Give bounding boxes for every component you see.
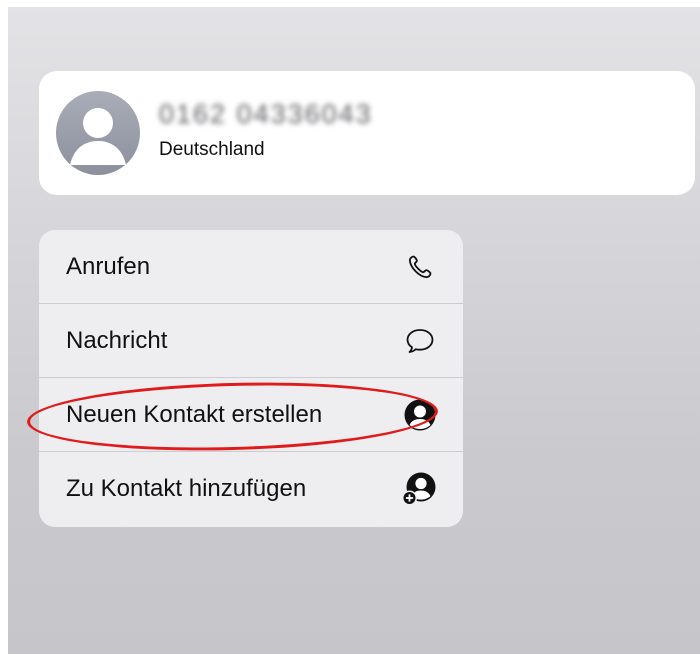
menu-item-new-contact[interactable]: Neuen Kontakt erstellen [39, 378, 463, 452]
menu-item-message[interactable]: Nachricht [39, 304, 463, 378]
menu-item-label: Neuen Kontakt erstellen [66, 400, 323, 428]
menu-item-label: Nachricht [66, 326, 168, 354]
contact-avatar-icon [56, 91, 140, 175]
menu-item-label: Zu Kontakt hinzufügen [66, 475, 307, 502]
contact-card[interactable]: 0162 04336043 Deutschland [39, 71, 695, 195]
menu-item-call[interactable]: Anrufen [39, 230, 463, 304]
menu-item-add-to-contact[interactable]: Zu Kontakt hinzufügen [39, 452, 463, 526]
message-bubble-icon [401, 322, 439, 360]
contact-phone-number: 0162 04336043 [159, 99, 373, 129]
contact-country: Deutschland [159, 139, 265, 160]
context-menu: Anrufen Nachricht Neuen Kontakt erstelle… [39, 230, 463, 527]
phone-icon [401, 248, 439, 286]
person-circle-plus-icon [401, 470, 439, 508]
person-circle-icon [401, 396, 439, 434]
menu-item-label: Anrufen [66, 252, 151, 280]
screen-background: 0162 04336043 Deutschland Anrufen Nachri… [8, 7, 700, 654]
